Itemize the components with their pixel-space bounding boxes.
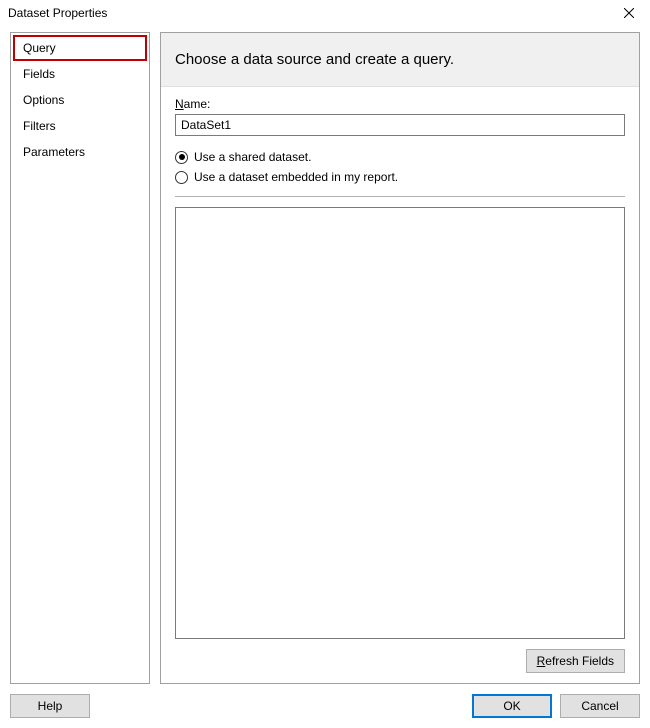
radio-icon	[175, 171, 188, 184]
main-panel: Choose a data source and create a query.…	[160, 32, 640, 684]
divider	[175, 196, 625, 197]
close-button[interactable]	[614, 3, 644, 23]
sidebar-item-options[interactable]: Options	[13, 87, 147, 113]
sidebar-item-label: Filters	[23, 119, 56, 133]
help-button[interactable]: Help	[10, 694, 90, 718]
sidebar-item-filters[interactable]: Filters	[13, 113, 147, 139]
sidebar: Query Fields Options Filters Parameters	[10, 32, 150, 684]
sidebar-item-fields[interactable]: Fields	[13, 61, 147, 87]
sidebar-item-label: Query	[23, 41, 56, 55]
bottom-bar: Help OK Cancel	[0, 686, 650, 728]
button-label: Refresh Fields	[537, 654, 614, 668]
bottom-right-buttons: OK Cancel	[472, 694, 640, 718]
button-label: Cancel	[581, 699, 618, 713]
cancel-button[interactable]: Cancel	[560, 694, 640, 718]
sidebar-item-parameters[interactable]: Parameters	[13, 139, 147, 165]
panel-heading: Choose a data source and create a query.	[161, 33, 639, 87]
refresh-row: Refresh Fields	[175, 649, 625, 673]
radio-icon	[175, 151, 188, 164]
refresh-fields-button[interactable]: Refresh Fields	[526, 649, 625, 673]
sidebar-item-query[interactable]: Query	[13, 35, 147, 61]
radio-shared-dataset[interactable]: Use a shared dataset.	[175, 150, 625, 164]
name-label: Name:	[175, 97, 625, 111]
dataset-properties-dialog: Dataset Properties Query Fields Options …	[0, 0, 650, 728]
close-icon	[624, 8, 634, 18]
sidebar-item-label: Options	[23, 93, 64, 107]
name-input[interactable]	[175, 114, 625, 136]
radio-label: Use a shared dataset.	[194, 150, 311, 164]
window-title: Dataset Properties	[8, 6, 107, 20]
dataset-list-box[interactable]	[175, 207, 625, 639]
ok-button[interactable]: OK	[472, 694, 552, 718]
panel-body: Name: Use a shared dataset. Use a datase…	[161, 87, 639, 683]
content-area: Query Fields Options Filters Parameters …	[0, 26, 650, 686]
button-label: OK	[503, 699, 520, 713]
sidebar-item-label: Parameters	[23, 145, 85, 159]
titlebar: Dataset Properties	[0, 0, 650, 26]
sidebar-item-label: Fields	[23, 67, 55, 81]
button-label: Help	[38, 699, 63, 713]
radio-label: Use a dataset embedded in my report.	[194, 170, 398, 184]
dataset-type-radio-group: Use a shared dataset. Use a dataset embe…	[175, 150, 625, 190]
radio-embedded-dataset[interactable]: Use a dataset embedded in my report.	[175, 170, 625, 184]
